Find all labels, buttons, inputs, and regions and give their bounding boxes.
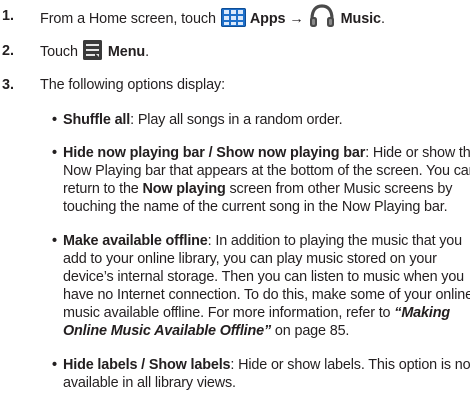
step-text: From a Home screen, touch Apps → Music.: [40, 4, 385, 31]
step-number: 2.: [2, 43, 15, 59]
cross-reference[interactable]: “Making: [394, 305, 450, 321]
bullet-icon: •: [52, 233, 58, 249]
option-body: Hide labels / Show labels: Hide or show …: [63, 356, 470, 392]
step-period: .: [145, 43, 149, 60]
option-line: Online Music Available Offline” on page …: [63, 322, 468, 340]
option-text: return to the: [63, 181, 139, 197]
option-line: have no Internet connection. To do this,…: [63, 287, 470, 303]
option-desc: Hide or show labels. This option is not: [238, 357, 470, 373]
option-colon: :: [230, 357, 239, 373]
apps-label: Apps: [249, 10, 286, 27]
option-text: on page 85.: [271, 323, 350, 339]
option-term: Hide labels / Show labels: [63, 357, 231, 373]
step-text: The following options display:: [40, 77, 225, 93]
bullet-icon: •: [52, 357, 58, 373]
headphones-icon: [307, 4, 337, 28]
option-line: Shuffle all: Play all songs in a random …: [63, 111, 468, 129]
arrow-icon: →: [289, 10, 304, 27]
option-desc: Play all songs in a random order.: [137, 112, 343, 128]
option-line: touching the name of the current song in…: [63, 199, 448, 215]
option-colon: :: [365, 145, 373, 161]
option-line: Make available offline: In addition to p…: [63, 232, 468, 250]
option-line: Now Playing bar that appears at the bott…: [63, 163, 470, 179]
option-line: return to the Now playing screen from ot…: [63, 180, 468, 198]
option-term: Hide now playing bar / Show now playing …: [63, 145, 366, 161]
option-desc: In addition to playing the music that yo…: [215, 233, 463, 249]
step-prefix: From a Home screen, touch: [40, 10, 216, 27]
option-body: Shuffle all: Play all songs in a random …: [63, 111, 468, 129]
now-playing-term: Now playing: [142, 181, 226, 197]
step-period: .: [380, 10, 385, 27]
step-number: 3.: [2, 77, 15, 93]
cross-reference[interactable]: Online Music Available Offline”: [63, 323, 271, 339]
apps-grid-icon: [220, 7, 246, 27]
option-line: Hide now playing bar / Show now playing …: [63, 144, 470, 162]
option-colon: :: [130, 112, 138, 128]
option-line: device’s internal storage. Then you can …: [63, 269, 465, 285]
option-desc: Hide or show the: [372, 145, 470, 161]
bullet-icon: •: [52, 112, 58, 128]
option-text: screen from other Music screens by: [229, 181, 453, 197]
option-line: add to your online library, you can play…: [63, 251, 437, 267]
option-line: Hide labels / Show labels: Hide or show …: [63, 356, 470, 374]
option-term: Shuffle all: [63, 112, 131, 128]
option-text: music available offline. For more inform…: [63, 305, 391, 321]
option-line: music available offline. For more inform…: [63, 304, 468, 322]
step-text: Touch Menu.: [40, 40, 149, 62]
menu-label: Menu: [107, 43, 146, 60]
option-term: Make available offline: [63, 233, 208, 249]
manual-page: 1. From a Home screen, touch Apps → Music.…: [0, 0, 470, 419]
option-body: Hide now playing bar / Show now playing …: [63, 144, 470, 216]
step-number: 1.: [2, 8, 15, 24]
music-label: Music: [340, 10, 381, 27]
menu-icon: [82, 40, 102, 60]
option-line: available in all library views.: [63, 375, 236, 391]
option-body: Make available offline: In addition to p…: [63, 232, 470, 340]
bullet-icon: •: [52, 145, 58, 161]
step-prefix: Touch: [40, 43, 78, 60]
